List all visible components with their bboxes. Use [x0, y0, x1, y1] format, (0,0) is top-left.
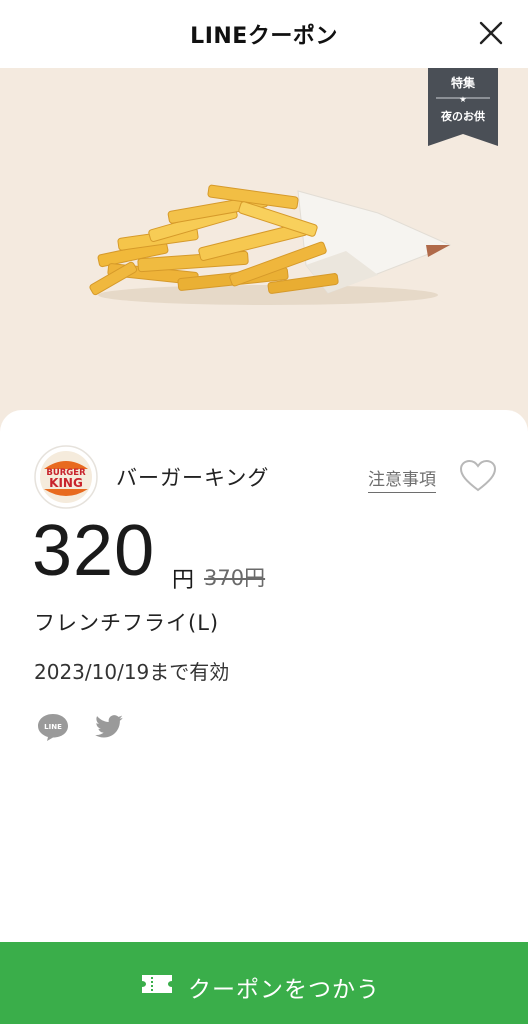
- brand-name: バーガーキング: [116, 466, 270, 490]
- use-coupon-button[interactable]: クーポンをつかう: [0, 942, 528, 1024]
- coupon-card: BURGER KING バーガーキング 注意事項 320 円 370円 フレンチ…: [0, 410, 528, 950]
- close-button[interactable]: [474, 16, 508, 50]
- hero-image: ★ 特集 夜のお供: [0, 68, 528, 438]
- header: LINEクーポン: [0, 0, 528, 68]
- share-line-button[interactable]: LINE: [36, 712, 70, 742]
- tag-label-top: 特集: [450, 76, 475, 90]
- ticket-icon: [142, 975, 172, 993]
- tag-label-bottom: 夜のお供: [441, 110, 485, 123]
- feature-tag: ★ 特集 夜のお供: [428, 68, 498, 146]
- share-twitter-button[interactable]: [92, 712, 126, 742]
- heart-icon: [459, 459, 497, 492]
- price-currency: 円: [172, 568, 195, 593]
- line-icon-label: LINE: [44, 723, 62, 731]
- french-fries-illustration: [89, 184, 452, 305]
- validity-date: 2023/10/19まで有効: [34, 660, 230, 684]
- original-price: 370円: [204, 566, 266, 590]
- svg-text:★: ★: [459, 95, 466, 104]
- favorite-button[interactable]: [458, 458, 498, 494]
- page-title: LINEクーポン: [190, 24, 338, 49]
- notes-link[interactable]: 注意事項: [368, 465, 436, 493]
- use-coupon-label: クーポンをつかう: [188, 977, 380, 1003]
- svg-text:KING: KING: [49, 476, 83, 490]
- brand-logo: BURGER KING: [34, 445, 98, 509]
- product-name: フレンチフライ(L): [34, 611, 220, 635]
- twitter-icon: [95, 715, 123, 738]
- line-icon: LINE: [38, 714, 68, 741]
- coupon-price: 320: [32, 511, 156, 591]
- close-icon: [479, 21, 503, 45]
